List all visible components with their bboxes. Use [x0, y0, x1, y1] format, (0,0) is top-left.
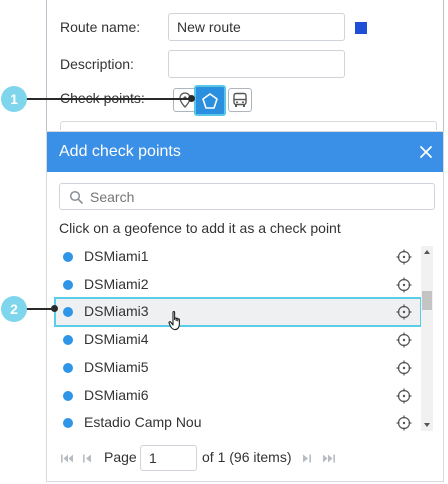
dialog-header: Add check points — [47, 132, 443, 172]
pagination: Page of 1 (96 items) — [59, 445, 439, 471]
dialog-title: Add check points — [59, 143, 181, 160]
page-label: Page — [104, 449, 137, 465]
list-item[interactable]: DSMiami6 — [55, 382, 421, 410]
geofence-name: DSMiami3 — [84, 303, 149, 319]
scroll-down-arrow-icon[interactable] — [423, 422, 431, 428]
search-box[interactable] — [59, 183, 435, 210]
crosshair-icon[interactable] — [396, 304, 412, 320]
geofence-name: DSMiami4 — [84, 331, 149, 347]
next-page-icon[interactable] — [302, 454, 311, 463]
list-item[interactable]: DSMiami1 — [55, 243, 421, 271]
unit-checkpoint-button[interactable] — [228, 88, 252, 112]
search-input[interactable] — [88, 186, 432, 208]
geofence-color-dot — [63, 307, 73, 317]
crosshair-icon[interactable] — [396, 360, 412, 376]
list-scrollbar[interactable] — [421, 246, 433, 431]
callout-2-pointer — [51, 305, 58, 312]
crosshair-icon[interactable] — [396, 415, 412, 431]
add-checkpoints-dialog: Add check points Click on a geofence to … — [46, 131, 444, 482]
bus-icon — [233, 92, 247, 107]
geofence-color-dot — [63, 418, 73, 428]
geofence-name: Estadio Camp Nou — [84, 414, 202, 430]
route-name-label: Route name: — [60, 19, 141, 35]
scrollbar-thumb[interactable] — [422, 291, 432, 310]
description-input[interactable] — [168, 50, 345, 78]
route-name-input[interactable] — [168, 13, 345, 41]
geofence-color-dot — [63, 252, 73, 262]
crosshair-icon[interactable] — [396, 277, 412, 293]
last-page-icon[interactable] — [321, 454, 335, 463]
geofence-color-dot — [63, 363, 73, 373]
geofence-checkpoint-button[interactable] — [194, 85, 226, 116]
geofence-color-dot — [63, 391, 73, 401]
first-page-icon[interactable] — [61, 454, 75, 463]
scroll-up-arrow-icon[interactable] — [423, 249, 431, 255]
crosshair-icon[interactable] — [396, 332, 412, 348]
geofence-icon — [202, 92, 218, 109]
callout-2-badge: 2 — [1, 296, 27, 322]
geofence-name: DSMiami1 — [84, 248, 149, 264]
callout-1-pointer — [188, 95, 195, 102]
page-count: of 1 (96 items) — [202, 449, 292, 465]
crosshair-icon[interactable] — [396, 249, 412, 265]
dialog-hint: Click on a geofence to add it as a check… — [59, 220, 341, 236]
callout-1-line — [26, 98, 192, 100]
geofence-name: DSMiami2 — [84, 276, 149, 292]
callout-1-badge: 1 — [1, 86, 27, 112]
geofence-name: DSMiami6 — [84, 387, 149, 403]
previous-page-icon[interactable] — [83, 454, 92, 463]
geofence-name: DSMiami5 — [84, 359, 149, 375]
geofence-list: DSMiami1 DSMiami2 DSMiami3 DSMiami4 DSMi… — [47, 241, 443, 435]
search-icon — [69, 190, 83, 204]
list-item[interactable]: DSMiami5 — [55, 354, 421, 382]
geofence-color-dot — [63, 280, 73, 290]
page-number-input[interactable] — [140, 445, 197, 471]
close-icon[interactable] — [417, 143, 435, 161]
list-item[interactable]: DSMiami2 — [55, 271, 421, 299]
list-item[interactable]: Estadio Camp Nou — [55, 409, 421, 435]
route-color-swatch[interactable] — [355, 22, 367, 34]
checkpoints-table-edge — [60, 121, 437, 130]
scrollbar-track — [421, 246, 433, 431]
list-item[interactable]: DSMiami4 — [55, 326, 421, 354]
crosshair-icon[interactable] — [396, 388, 412, 404]
description-label: Description: — [60, 56, 134, 72]
list-item[interactable]: DSMiami3 — [54, 297, 422, 331]
geofence-color-dot — [63, 335, 73, 345]
